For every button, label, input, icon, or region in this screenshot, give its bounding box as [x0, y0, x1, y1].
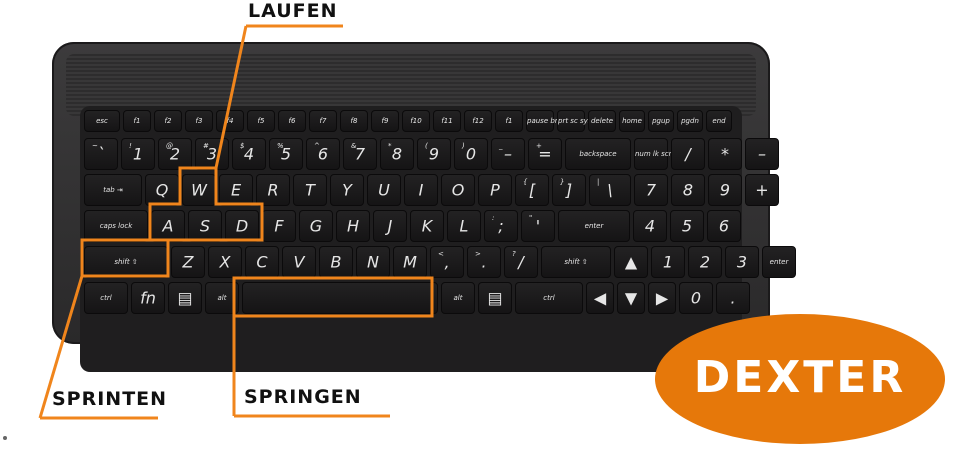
laufen-leader: [214, 25, 248, 169]
springen-label: SPRINGEN: [244, 386, 362, 408]
figure-stage: esc f1 f2 f3 f4 f5 f6 f7 f8 f9 f10 f11 f12 f1 pause br…: [0, 0, 958, 450]
shift-outline: [80, 238, 170, 278]
laufen-label: LAUFEN: [248, 0, 338, 22]
space-outline: [232, 276, 434, 318]
callout-overlay: [38, 24, 434, 420]
wasd-outline: [148, 166, 264, 242]
sprinten-label: SPRINTEN: [52, 388, 168, 410]
bullet-dot: [3, 436, 7, 440]
